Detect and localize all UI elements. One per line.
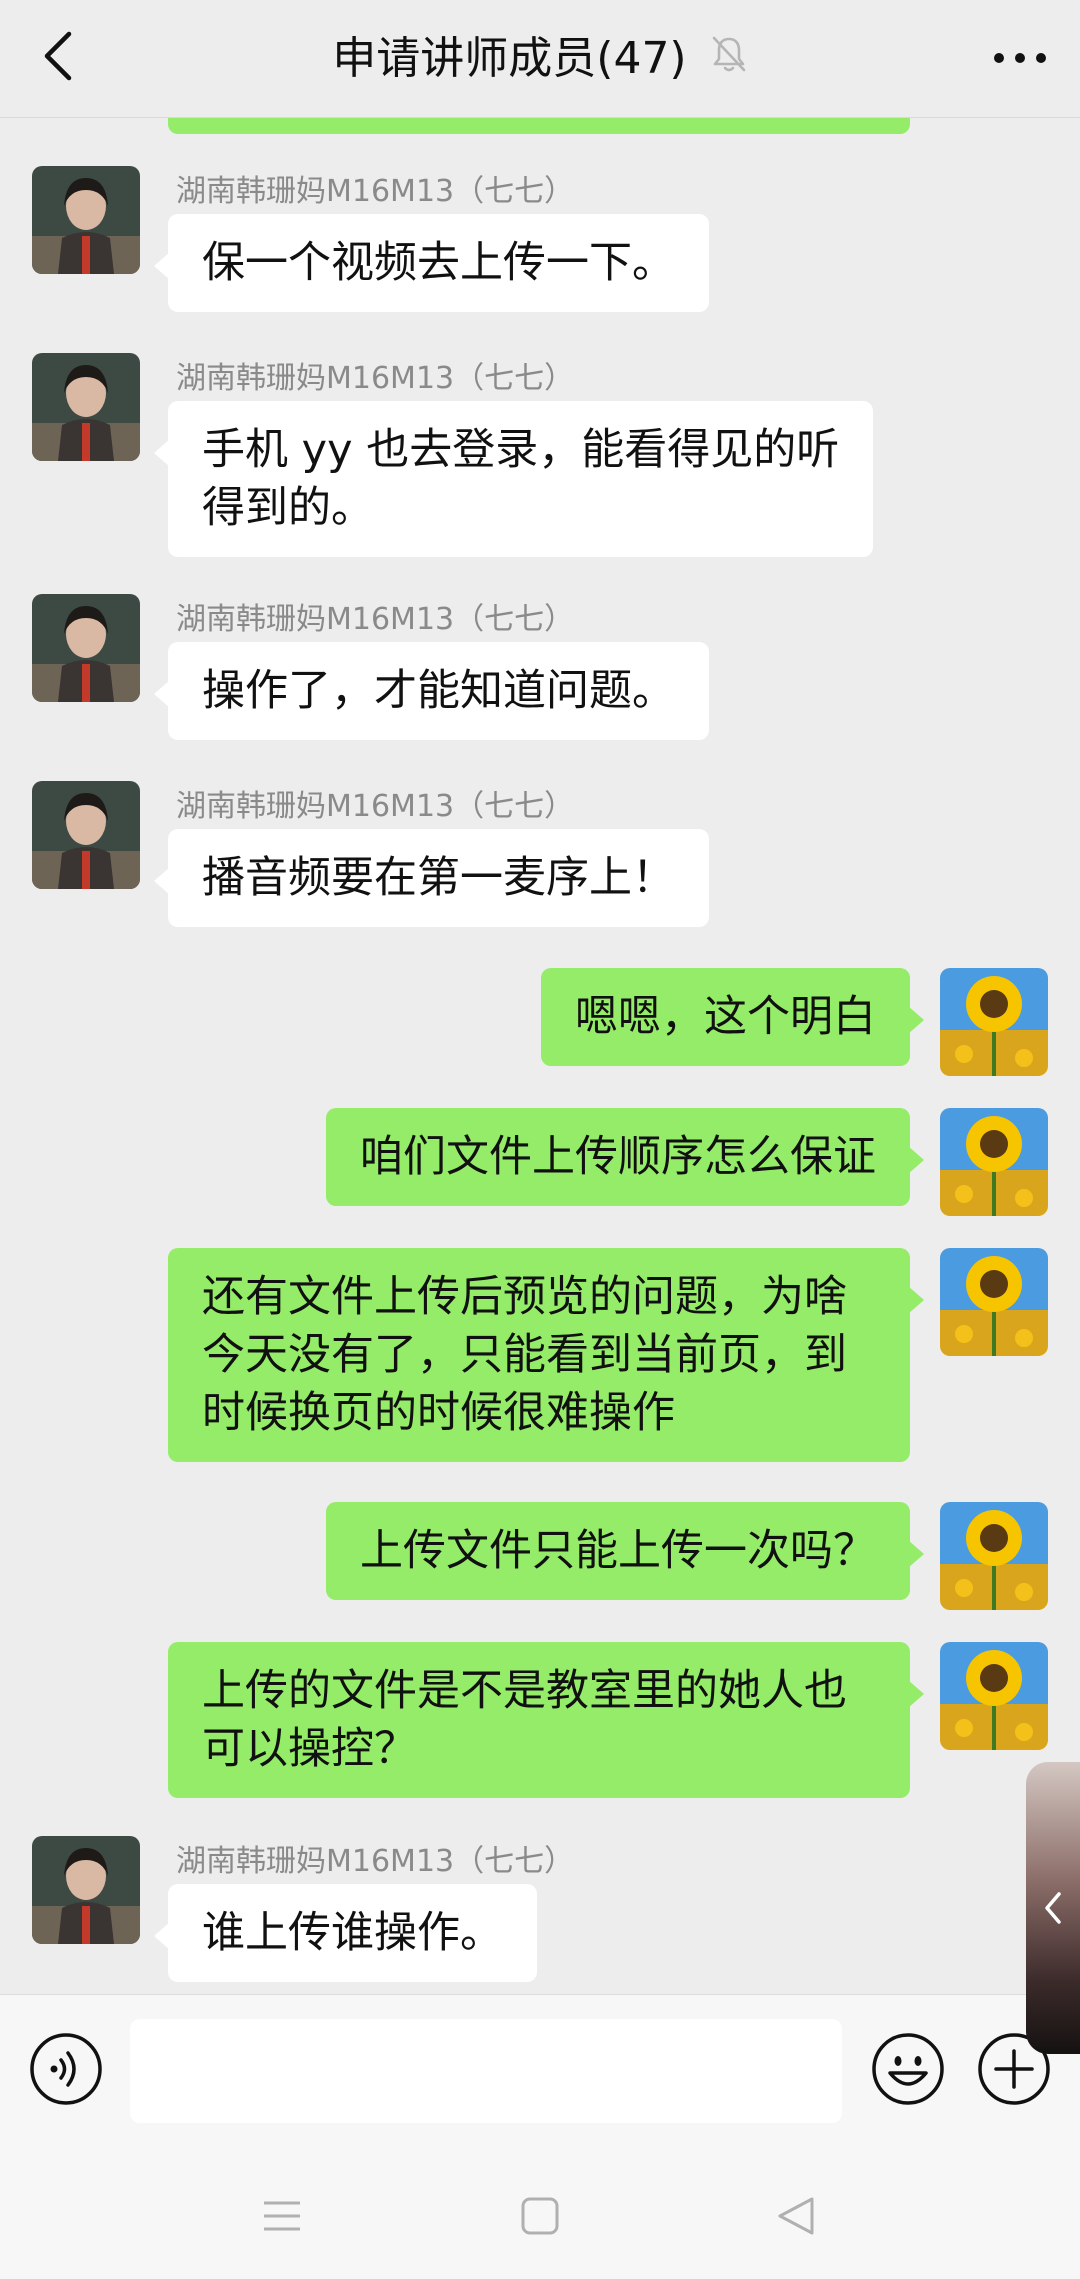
message-line: 得到的。 xyxy=(202,483,374,533)
home-square-icon xyxy=(521,2197,559,2235)
voice-button[interactable] xyxy=(28,2031,104,2107)
avatar[interactable] xyxy=(940,1248,1048,1356)
message-line: 嗯嗯，这个明白 xyxy=(575,992,876,1042)
avatar[interactable] xyxy=(32,594,140,702)
avatar[interactable] xyxy=(32,353,140,461)
avatar[interactable] xyxy=(940,1108,1048,1216)
message-line: 播音频要在第一麦序上！ xyxy=(202,853,675,903)
message-line: 今天没有了，只能看到当前页，到 xyxy=(202,1330,847,1380)
message-bubble[interactable]: 上传的文件是不是教室里的她人也 可以操控？ xyxy=(168,1642,924,1798)
message-line: 操作了，才能知道问题。 xyxy=(202,666,675,716)
emoji-icon xyxy=(872,2033,944,2105)
chevron-left-icon xyxy=(1045,1892,1061,1924)
message-bubble[interactable]: 嗯嗯，这个明白 xyxy=(541,968,924,1066)
chat-title: 申请讲师成员(47) xyxy=(332,33,687,84)
more-button[interactable] xyxy=(990,28,1050,88)
back-nav-button[interactable] xyxy=(766,2186,826,2246)
emoji-button[interactable] xyxy=(870,2031,946,2107)
message-line: 手机 yy 也去登录，能看得见的听 xyxy=(202,425,840,475)
message-bubble[interactable]: 播音频要在第一麦序上！ xyxy=(154,829,709,927)
message-bubble[interactable]: 咱们文件上传顺序怎么保证 xyxy=(326,1108,924,1206)
avatar[interactable] xyxy=(32,166,140,274)
system-nav-bar xyxy=(0,2148,1080,2279)
avatar[interactable] xyxy=(940,1502,1048,1610)
sender-name: 湖南韩珊妈M16M13（七七） xyxy=(176,789,575,824)
message-bubble[interactable]: 还有文件上传后预览的问题，为啥 今天没有了，只能看到当前页，到 时候换页的时候很… xyxy=(168,1248,924,1462)
message-bubble[interactable]: 上传文件只能上传一次吗？ xyxy=(326,1502,924,1600)
message-line: 还有文件上传后预览的问题，为啥 xyxy=(202,1272,847,1322)
avatar[interactable] xyxy=(32,781,140,889)
message-bubble[interactable]: 操作了，才能知道问题。 xyxy=(154,642,709,740)
home-nav-button[interactable] xyxy=(510,2186,570,2246)
voice-icon xyxy=(30,2033,102,2105)
message-line: 上传文件只能上传一次吗？ xyxy=(360,1526,876,1576)
bell-off-icon xyxy=(712,36,746,72)
message-input[interactable] xyxy=(130,2019,842,2123)
message-line: 可以操控？ xyxy=(202,1724,417,1774)
message-bubble[interactable]: 手机 yy 也去登录，能看得见的听 得到的。 xyxy=(153,401,874,557)
sender-name: 湖南韩珊妈M16M13（七七） xyxy=(176,174,575,209)
input-bar xyxy=(0,1994,1080,2148)
avatar[interactable] xyxy=(32,1836,140,1944)
sender-name: 湖南韩珊妈M16M13（七七） xyxy=(176,1844,575,1879)
sender-name: 湖南韩珊妈M16M13（七七） xyxy=(176,602,575,637)
message-list[interactable]: 湖南韩珊妈M16M13（七七） 保一个视频去上传一下。 湖南韩珊妈M16M13（… xyxy=(0,118,1080,1994)
title-wrap: 申请讲师成员(47) xyxy=(0,22,1080,86)
message-line: 谁上传谁操作。 xyxy=(202,1908,503,1958)
message-line: 时候换页的时候很难操作 xyxy=(202,1388,675,1438)
more-horizontal-icon xyxy=(994,53,1046,63)
menu-nav-button[interactable] xyxy=(252,2186,312,2246)
avatar[interactable] xyxy=(940,1642,1048,1750)
side-floating-tab[interactable] xyxy=(1026,1762,1080,2054)
menu-icon xyxy=(264,2201,300,2231)
partial-message-bubble[interactable] xyxy=(168,118,910,134)
avatar[interactable] xyxy=(940,968,1048,1076)
message-line: 保一个视频去上传一下。 xyxy=(202,238,675,288)
message-line: 咱们文件上传顺序怎么保证 xyxy=(360,1132,876,1182)
sender-name: 湖南韩珊妈M16M13（七七） xyxy=(176,361,575,396)
chat-header: 申请讲师成员(47) xyxy=(0,0,1080,118)
message-bubble[interactable]: 保一个视频去上传一下。 xyxy=(154,214,709,312)
message-line: 上传的文件是不是教室里的她人也 xyxy=(202,1666,847,1716)
back-triangle-icon xyxy=(778,2197,814,2235)
message-bubble[interactable]: 谁上传谁操作。 xyxy=(154,1884,537,1982)
